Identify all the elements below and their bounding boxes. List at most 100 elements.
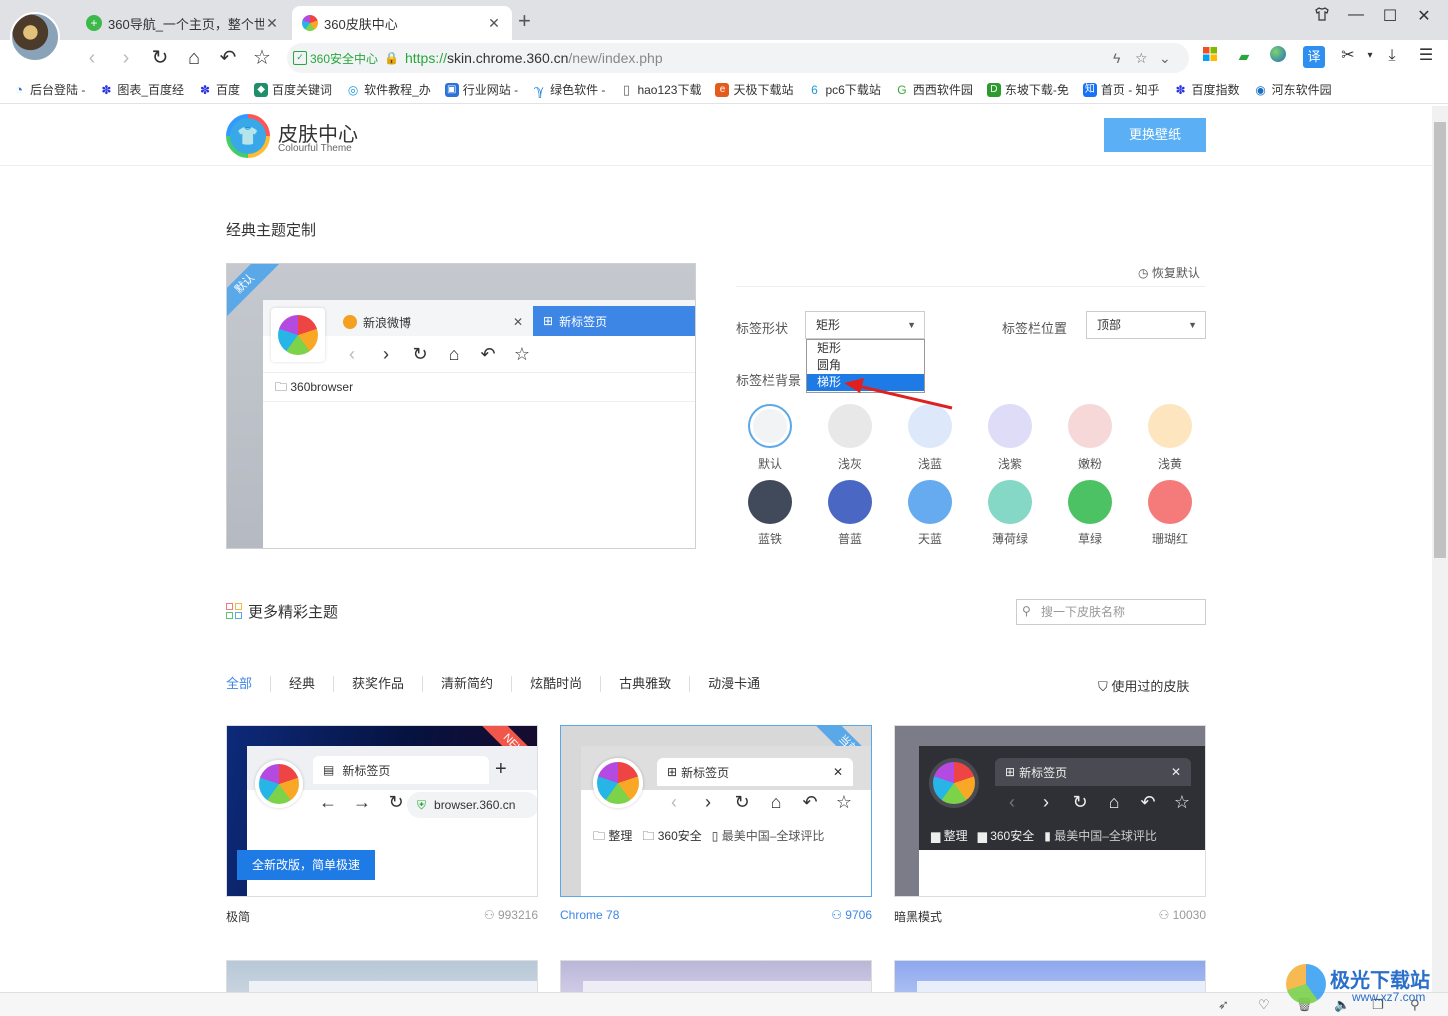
bookmark-item[interactable]: 6 pc6下载站	[808, 81, 881, 98]
option-rounded[interactable]: 圆角	[807, 357, 924, 374]
tab-all[interactable]: 全部	[226, 676, 270, 692]
history-icon: ◷	[1138, 266, 1149, 280]
restore-default-button[interactable]: ◷ 恢复默认	[1138, 264, 1200, 281]
tab-360-nav[interactable]: + 360导航_一个主页，整个世界 ✕	[76, 6, 290, 40]
site-subtitle: Colourful Theme	[278, 143, 352, 154]
theme-card-chrome78[interactable]: 当前 ⊞ 新标签页 ✕ ‹ › ↻ ⌂ ↶ ☆ 🗀 整理 🗀 360安全 ▯ 最美中国–全球评…	[560, 725, 872, 897]
bookmark-item[interactable]: e 天极下载站	[715, 81, 794, 98]
swatch-coral-red[interactable]	[1148, 480, 1192, 524]
swatch-grass-green[interactable]	[1068, 480, 1112, 524]
tab-fresh[interactable]: 清新简约	[422, 676, 511, 692]
maximize-icon[interactable]: ☐	[1378, 6, 1402, 26]
card-tab: ▤ 新标签页	[313, 756, 489, 784]
theme-card-partial[interactable]	[894, 960, 1206, 992]
address-bar[interactable]: ✓ 360安全中心 🔒 https://skin.chrome.360.cn/ne…	[287, 43, 1189, 73]
swatch-light-yellow[interactable]	[1148, 404, 1192, 448]
url-host: skin.chrome.360.cn	[447, 50, 569, 66]
theme-card-dark[interactable]: ⊞ 新标签页 ✕ ‹ › ↻ ⌂ ↶ ☆ ▆ 整理 ▆ 360安全 ▮ 最美中国–全球评比	[894, 725, 1206, 897]
bookmark-star-icon[interactable]: ☆	[1135, 50, 1148, 67]
change-wallpaper-button[interactable]: 更换壁纸	[1104, 118, 1206, 152]
360-browser-logo-icon	[593, 758, 643, 808]
bookmark-item[interactable]: ◆ 百度关键词	[254, 81, 332, 98]
download-icon[interactable]: ⤓	[1382, 46, 1402, 66]
card-name: 暗黑模式	[894, 910, 943, 924]
bookmark-item[interactable]: ▯ hao123下载	[619, 81, 702, 98]
bookmark-item[interactable]: D 东坡下载-免	[986, 81, 1069, 98]
chevron-down-icon[interactable]: ⌄	[1159, 50, 1171, 67]
shield-icon: ⛨	[417, 798, 427, 812]
minimize-icon[interactable]: —	[1344, 6, 1368, 24]
swatch-light-purple[interactable]	[988, 404, 1032, 448]
theme-card-minimal[interactable]: NEW ▤ 新标签页 + ← → ↻ ⛨ browser.360.cn 全新改版，简单极…	[226, 725, 538, 897]
classic-theme-title: 经典主题定制	[226, 222, 317, 239]
undo-icon[interactable]: ↶	[214, 44, 242, 72]
menu-icon[interactable]: ☰	[1416, 46, 1436, 66]
link-icon: ◔	[15, 81, 23, 97]
tab-awarded[interactable]: 获奖作品	[333, 676, 422, 692]
swatch-default[interactable]	[748, 404, 792, 448]
theme-card-partial[interactable]	[226, 960, 538, 992]
card-nav-row: ‹ › ↻ ⌂ ↶ ☆	[995, 792, 1199, 813]
bookmark-item[interactable]: ✽ 图表_百度经	[99, 81, 184, 98]
swatch-label: 薄荷绿	[991, 532, 1028, 546]
windows-apps-icon[interactable]	[1200, 46, 1220, 66]
bookmark-item[interactable]: ◉ 河东软件园	[1254, 81, 1331, 98]
refresh-icon[interactable]: ↻	[146, 44, 174, 72]
back-icon: ‹	[1009, 792, 1015, 812]
theme-search-input[interactable]: 搜一下皮肤名称	[1016, 599, 1206, 625]
site-header	[0, 106, 1432, 166]
theme-card-partial[interactable]	[560, 960, 872, 992]
new-tab-icon[interactable]: +	[518, 8, 531, 34]
chat-icon[interactable]: ▰	[1234, 46, 1254, 66]
swatch-label: 蓝铁	[757, 532, 782, 546]
360-browser-logo-icon	[929, 758, 979, 808]
swatch-pink[interactable]	[1068, 404, 1112, 448]
user-avatar[interactable]	[10, 12, 60, 62]
swatch-label: 浅蓝	[917, 457, 942, 471]
tab-anime[interactable]: 动漫卡通	[689, 676, 778, 692]
close-window-icon[interactable]: ✕	[1412, 6, 1436, 26]
page-icon: ▮	[1044, 829, 1051, 843]
swatch-sky-blue[interactable]	[908, 480, 952, 524]
user-icon: ⚇	[831, 908, 842, 922]
used-skins-link[interactable]: ⛉ 使用过的皮肤	[1098, 676, 1189, 695]
chevron-down-icon[interactable]: ▾	[1360, 46, 1380, 66]
scissors-icon[interactable]: ✂	[1338, 46, 1358, 66]
favorite-star-icon[interactable]: ☆	[248, 44, 276, 72]
forward-icon: ›	[1043, 792, 1049, 812]
bookmark-item[interactable]: ✽ 百度指数	[1174, 81, 1240, 98]
globe-icon[interactable]	[1268, 46, 1288, 66]
bookmark-item[interactable]: ✽ 百度	[198, 81, 240, 98]
bookmark-item[interactable]: G 西西软件园	[895, 81, 973, 98]
tab-classic[interactable]: 经典	[270, 676, 333, 692]
bookmark-item[interactable]: ◎ 软件教程_办	[346, 81, 431, 98]
bookmark-item[interactable]: 知首页 - 知乎	[1082, 81, 1160, 98]
refresh-icon: ↻	[1072, 792, 1088, 812]
back-icon[interactable]: ‹	[78, 44, 106, 72]
tab-shape-select[interactable]: 矩形 ▼	[805, 311, 925, 339]
forward-icon[interactable]: ›	[112, 44, 140, 72]
option-rect[interactable]: 矩形	[807, 340, 924, 357]
tab-360-skin[interactable]: 360皮肤中心 ✕	[292, 6, 512, 40]
lightning-icon[interactable]: ϟ	[1113, 50, 1120, 66]
tab-position-select[interactable]: 顶部 ▼	[1086, 311, 1206, 339]
bookmark-item[interactable]: ◔ 后台登陆 -	[12, 81, 85, 98]
translate-icon[interactable]: 译	[1303, 46, 1325, 68]
skin-shirt-icon[interactable]	[1310, 6, 1334, 27]
security-badge[interactable]: ✓ 360安全中心	[293, 50, 378, 67]
swatch-mint-green[interactable]	[988, 480, 1032, 524]
bookmark-item[interactable]: ▣ 行业网站 -	[444, 81, 518, 98]
heart-icon[interactable]: ♡	[1258, 997, 1270, 1013]
swatch-blue-iron[interactable]	[748, 480, 792, 524]
scrollbar-thumb[interactable]	[1434, 122, 1446, 558]
close-icon[interactable]: ✕	[486, 15, 502, 32]
tab-elegant[interactable]: 古典雅致	[600, 676, 689, 692]
home-icon[interactable]: ⌂	[180, 44, 208, 72]
site-icon: G	[897, 82, 907, 97]
close-icon[interactable]: ✕	[264, 15, 280, 32]
swatch-label: 天蓝	[917, 532, 942, 546]
swatch-prussian-blue[interactable]	[828, 480, 872, 524]
tab-cool[interactable]: 炫酷时尚	[511, 676, 600, 692]
bookmark-item[interactable]: ℽ 绿色软件 -	[532, 81, 605, 98]
rocket-icon[interactable]: ➶	[1218, 997, 1229, 1013]
